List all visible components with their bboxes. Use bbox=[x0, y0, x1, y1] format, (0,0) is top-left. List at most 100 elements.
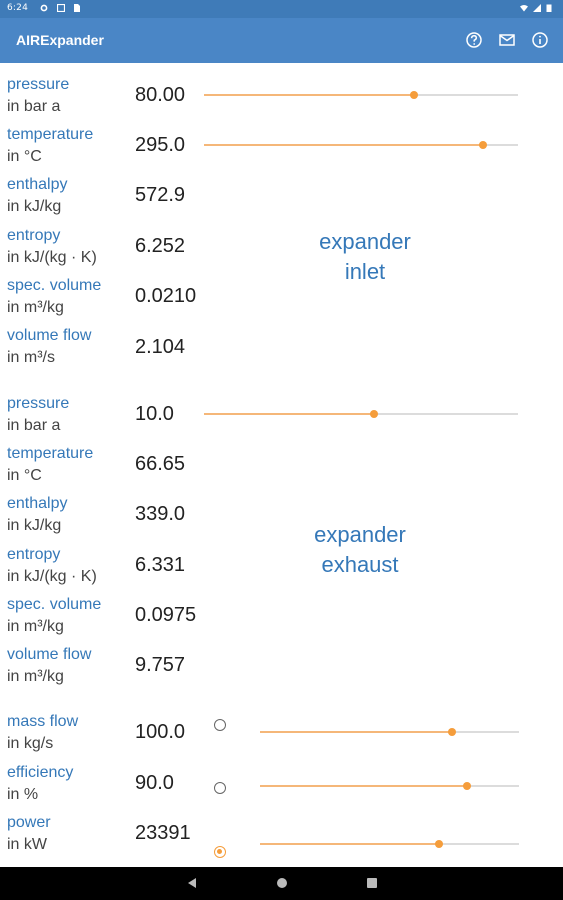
inlet-spec-volume-label: spec. volume in m³/kg bbox=[7, 275, 101, 319]
field-name: efficiency bbox=[7, 764, 74, 781]
efficiency-label: efficiency in % bbox=[7, 762, 73, 806]
field-unit: in kg/s bbox=[7, 735, 54, 752]
slider-thumb[interactable] bbox=[479, 141, 488, 149]
exhaust-volume-flow-value: 9.757 bbox=[135, 654, 186, 676]
inlet-temperature-slider[interactable] bbox=[204, 139, 518, 151]
field-unit: in m³/kg bbox=[7, 668, 64, 685]
field-unit: in % bbox=[7, 786, 39, 803]
slider-fill bbox=[260, 785, 468, 787]
app-bar: AIRExpander bbox=[0, 18, 563, 63]
inlet-pressure-slider[interactable] bbox=[204, 89, 518, 101]
inlet-temperature-label: temperature in °C bbox=[7, 124, 93, 168]
inlet-entropy-value: 6.252 bbox=[135, 235, 186, 257]
status-time: 6:24 bbox=[7, 3, 29, 13]
field-name: entropy bbox=[7, 227, 61, 244]
field-name: volume flow bbox=[7, 646, 92, 663]
field-unit: in kJ/kg bbox=[7, 198, 62, 215]
exhaust-pressure-slider[interactable] bbox=[204, 408, 518, 420]
field-unit: in kW bbox=[7, 836, 47, 853]
exhaust-entropy-value: 6.331 bbox=[135, 554, 186, 576]
exhaust-spec-volume-label: spec. volume in m³/kg bbox=[7, 594, 101, 638]
inlet-volume-flow-label: volume flow in m³/s bbox=[7, 325, 91, 369]
recents-icon[interactable] bbox=[366, 877, 378, 889]
inlet-pressure-value[interactable]: 80.00 bbox=[135, 84, 185, 107]
app-title: AIRExpander bbox=[16, 32, 104, 48]
slider-thumb[interactable] bbox=[410, 91, 419, 99]
field-name: temperature bbox=[7, 445, 94, 462]
exhaust-section-title: expander exhaust bbox=[290, 520, 430, 580]
field-unit: in kJ/kg bbox=[7, 517, 62, 534]
slider-thumb[interactable] bbox=[447, 728, 456, 736]
field-unit: in kJ/(kg · K) bbox=[7, 568, 97, 585]
status-bar: 6:24 bbox=[0, 0, 563, 18]
field-unit: in m³/s bbox=[7, 349, 55, 366]
notification-status-icon bbox=[57, 4, 65, 12]
field-unit: in bar a bbox=[7, 417, 61, 434]
mail-icon[interactable] bbox=[498, 31, 516, 49]
exhaust-temperature-label: temperature in °C bbox=[7, 443, 93, 487]
efficiency-value[interactable]: 90.0 bbox=[135, 772, 174, 795]
inlet-entropy-label: entropy in kJ/(kg · K) bbox=[7, 225, 97, 269]
exhaust-title-line2: exhaust bbox=[321, 552, 399, 577]
efficiency-slider[interactable] bbox=[260, 780, 519, 792]
back-icon[interactable] bbox=[186, 877, 198, 889]
efficiency-radio[interactable] bbox=[214, 782, 226, 794]
mass-flow-label: mass flow in kg/s bbox=[7, 711, 78, 755]
power-radio[interactable] bbox=[214, 846, 226, 858]
inlet-title-line2: inlet bbox=[344, 259, 386, 284]
field-name: entropy bbox=[7, 546, 61, 563]
slider-thumb[interactable] bbox=[369, 410, 378, 418]
power-label: power in kW bbox=[7, 812, 51, 856]
exhaust-pressure-value[interactable]: 10.0 bbox=[135, 403, 174, 426]
slider-thumb[interactable] bbox=[434, 840, 443, 848]
exhaust-enthalpy-value: 339.0 bbox=[135, 503, 186, 525]
field-name: power bbox=[7, 814, 51, 831]
field-unit: in °C bbox=[7, 148, 42, 165]
power-value[interactable]: 23391 bbox=[135, 822, 191, 845]
field-name: enthalpy bbox=[7, 176, 68, 193]
inlet-spec-volume-value: 0.0210 bbox=[135, 285, 197, 307]
inlet-section-title: expander inlet bbox=[295, 227, 435, 287]
field-name: pressure bbox=[7, 395, 70, 412]
sim-status-icon bbox=[74, 4, 80, 12]
help-icon[interactable] bbox=[465, 31, 483, 49]
slider-fill bbox=[204, 94, 415, 96]
battery-status-icon bbox=[546, 4, 552, 12]
home-icon[interactable] bbox=[276, 877, 288, 889]
exhaust-volume-flow-label: volume flow in m³/kg bbox=[7, 644, 91, 688]
slider-fill bbox=[260, 843, 439, 845]
field-name: spec. volume bbox=[7, 596, 102, 613]
field-unit: in kJ/(kg · K) bbox=[7, 249, 97, 266]
inlet-enthalpy-value: 572.9 bbox=[135, 184, 186, 206]
exhaust-enthalpy-label: enthalpy in kJ/kg bbox=[7, 493, 68, 537]
settings-status-icon bbox=[40, 4, 48, 12]
exhaust-pressure-label: pressure in bar a bbox=[7, 393, 69, 437]
exhaust-title-line1: expander bbox=[314, 522, 406, 547]
field-name: temperature bbox=[7, 126, 94, 143]
exhaust-spec-volume-value: 0.0975 bbox=[135, 604, 197, 626]
navigation-bar bbox=[0, 867, 563, 900]
slider-fill bbox=[204, 144, 484, 146]
inlet-title-line1: expander bbox=[319, 229, 411, 254]
power-slider[interactable] bbox=[260, 838, 519, 850]
slider-thumb[interactable] bbox=[463, 782, 472, 790]
field-name: pressure bbox=[7, 76, 70, 93]
inlet-temperature-value[interactable]: 295.0 bbox=[135, 134, 185, 157]
field-unit: in °C bbox=[7, 467, 42, 484]
slider-fill bbox=[204, 413, 374, 415]
signal-status-icon bbox=[533, 4, 541, 12]
wifi-status-icon bbox=[520, 5, 528, 12]
info-icon[interactable] bbox=[531, 31, 549, 49]
mass-flow-radio[interactable] bbox=[214, 719, 226, 731]
inlet-enthalpy-label: enthalpy in kJ/kg bbox=[7, 174, 68, 218]
field-name: volume flow bbox=[7, 327, 92, 344]
slider-fill bbox=[260, 731, 452, 733]
mass-flow-slider[interactable] bbox=[260, 726, 519, 738]
field-unit: in m³/kg bbox=[7, 299, 64, 316]
mass-flow-value[interactable]: 100.0 bbox=[135, 721, 185, 744]
field-name: mass flow bbox=[7, 713, 79, 730]
inlet-volume-flow-value: 2.104 bbox=[135, 336, 186, 358]
inlet-pressure-label: pressure in bar a bbox=[7, 74, 69, 118]
field-unit: in m³/kg bbox=[7, 618, 64, 635]
field-name: enthalpy bbox=[7, 495, 68, 512]
